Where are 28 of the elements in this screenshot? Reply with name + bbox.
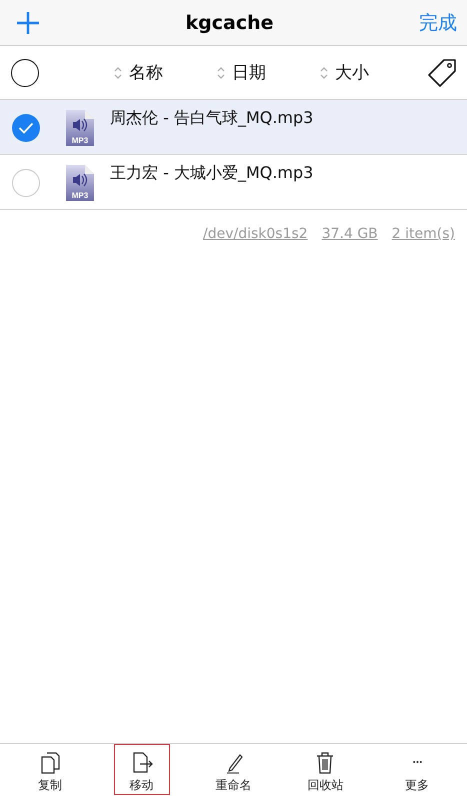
audio-file-icon: MP3 bbox=[66, 110, 94, 146]
device-path: /dev/disk0s1s2 bbox=[202, 226, 308, 242]
sort-button[interactable]: 大小 bbox=[319, 61, 422, 84]
file-name: 周杰伦 - 告白气球_MQ.mp3 bbox=[110, 108, 314, 129]
sort-arrows-icon bbox=[319, 66, 329, 80]
select-all-checkbox[interactable] bbox=[11, 58, 39, 86]
sort-button[interactable]: 名称 bbox=[113, 61, 216, 84]
sort-arrows-icon bbox=[113, 66, 123, 80]
toolbar-button[interactable]: 复制 bbox=[22, 744, 78, 795]
check-icon bbox=[18, 122, 34, 134]
add-icon[interactable] bbox=[16, 10, 40, 34]
item-count: 2 item(s) bbox=[392, 226, 455, 242]
file-row[interactable]: MP3 周杰伦 - 告白气球_MQ.mp3 bbox=[0, 100, 467, 155]
toolbar-button[interactable]: 重命名 bbox=[205, 744, 262, 795]
sort-arrows-icon bbox=[216, 66, 226, 80]
window-title: kgcache bbox=[186, 12, 274, 34]
sort-button[interactable]: 日期 bbox=[216, 61, 319, 84]
row-checkbox[interactable] bbox=[12, 114, 40, 142]
toolbar-button[interactable]: 回收站 bbox=[297, 744, 354, 795]
done-button[interactable]: 完成 bbox=[419, 10, 457, 36]
audio-file-icon: MP3 bbox=[66, 165, 94, 201]
toolbar-button[interactable]: 移动 bbox=[114, 744, 170, 795]
tag-icon[interactable] bbox=[427, 58, 457, 88]
storage-size: 37.4 GB bbox=[322, 226, 378, 242]
file-name: 王力宏 - 大城小爱_MQ.mp3 bbox=[110, 163, 314, 184]
toolbar-button[interactable]: 更多 bbox=[389, 744, 446, 795]
file-row[interactable]: MP3 王力宏 - 大城小爱_MQ.mp3 bbox=[0, 155, 467, 210]
row-checkbox[interactable] bbox=[12, 169, 40, 197]
